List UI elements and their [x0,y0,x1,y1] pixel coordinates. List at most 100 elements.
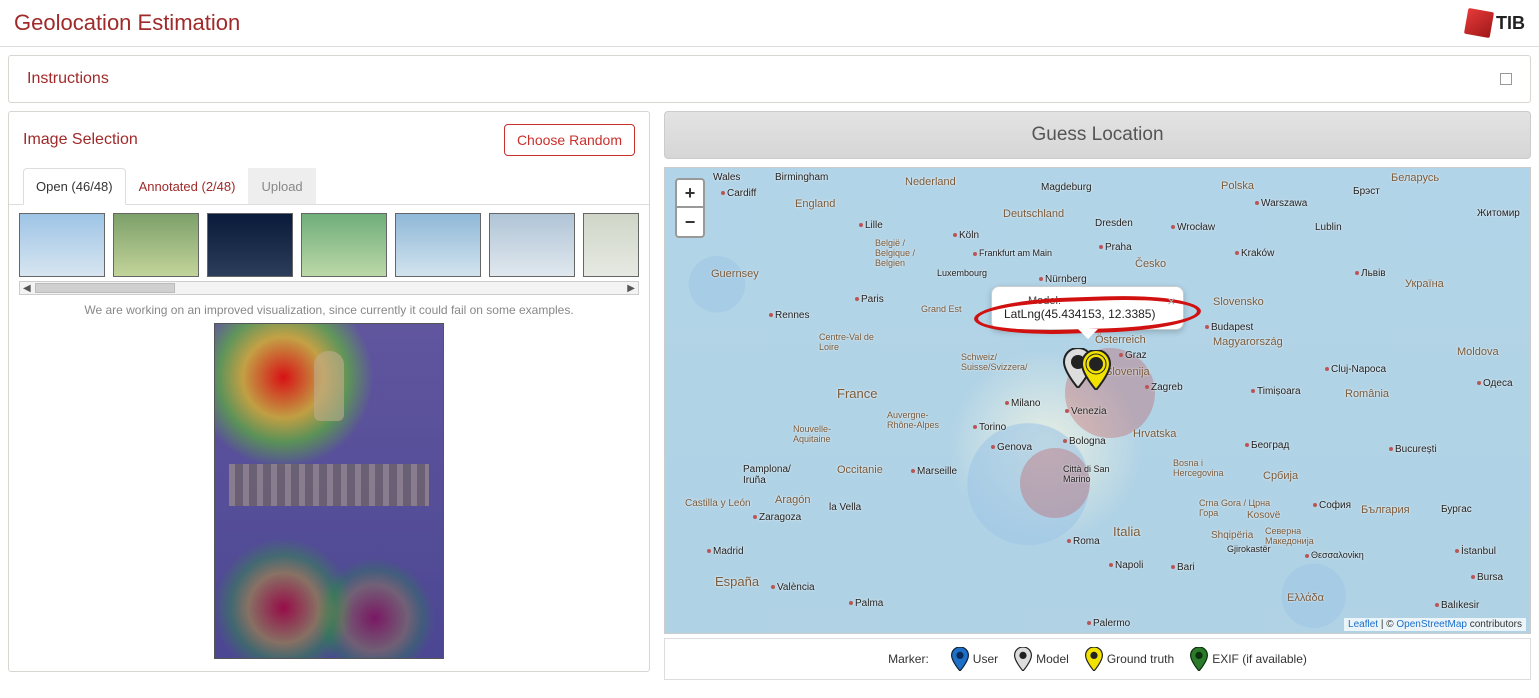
ground-truth-pin-icon [1085,647,1103,671]
map-label: Bari [1171,562,1195,573]
user-pin-icon [951,647,969,671]
map-label: València [771,582,815,593]
tab-upload[interactable]: Upload [248,168,315,204]
map-label: Napoli [1109,560,1143,571]
thumbnail[interactable] [19,213,105,277]
map-label: България [1361,504,1410,516]
map-label: Nederland [905,176,956,188]
thumbnail[interactable] [395,213,481,277]
map-label: Hrvatska [1133,428,1176,440]
map-label: Nürnberg [1039,274,1087,285]
legend-user: User [951,647,998,671]
map-label: Moldova [1457,346,1499,358]
map-label: Wrocław [1171,222,1215,233]
map-label: Luxembourg [937,268,987,278]
choose-random-button[interactable]: Choose Random [504,124,635,156]
map-label: España [715,574,759,589]
zoom-out-button[interactable]: − [677,208,703,236]
map-label: Schweiz/ Suisse/Svizzera/ [961,352,1037,372]
map-label: Polska [1221,180,1254,192]
map-label: Бургас [1441,504,1472,515]
tib-logo-icon [1464,8,1494,38]
map-label: Česko [1135,258,1166,270]
map-label: Gjirokastër [1227,544,1271,554]
map[interactable]: + − Wales Birmingham Cardiff England Ned… [664,167,1531,634]
legend-model: Model [1014,647,1069,671]
guess-location-button[interactable]: Guess Location [664,111,1531,159]
map-label: Брэст [1353,186,1380,197]
map-label: Madrid [707,546,744,557]
map-label: Warszawa [1255,198,1307,209]
map-label: Ελλάδα [1287,592,1324,604]
leaflet-link[interactable]: Leaflet [1348,619,1378,630]
map-label: Θεσσαλονίκη [1305,550,1364,560]
map-label: Србија [1263,470,1298,482]
visualization-note: We are working on an improved visualizat… [9,297,649,319]
map-label: Guernsey [711,268,759,280]
tab-open[interactable]: Open (46/48) [23,168,126,205]
exif-pin-icon [1190,647,1208,671]
map-label: Беларусь [1391,172,1439,184]
marker-ground-truth[interactable] [1081,350,1111,390]
map-label: Aragón [775,494,810,506]
map-label: Castilla y León [685,498,751,509]
legend-title: Marker: [888,652,929,666]
map-label: Marseille [911,466,957,477]
image-tabs: Open (46/48) Annotated (2/48) Upload [9,160,649,205]
map-label: Bursa [1471,572,1503,583]
tib-logo: TIB [1466,10,1525,36]
scrollbar-handle[interactable] [35,283,175,293]
map-label: Auvergne- Rhône-Alpes [887,410,943,430]
map-label: Birmingham [775,172,828,183]
popup-label: Model: [1028,295,1155,307]
thumbnail-scrollbar[interactable]: ◀ ▶ [19,281,639,295]
map-label: București [1389,444,1437,455]
map-label: Lublin [1315,222,1342,233]
legend-exif: EXIF (if available) [1190,647,1307,671]
tab-annotated[interactable]: Annotated (2/48) [126,168,249,204]
map-label: Praha [1099,242,1132,253]
map-label: Dresden [1095,218,1133,229]
scroll-left-arrow-icon[interactable]: ◀ [23,283,31,294]
instructions-panel[interactable]: Instructions [8,55,1531,103]
map-label: Occitanie [837,464,883,476]
map-label: Zagreb [1145,382,1183,393]
map-label: België / Belgique / Belgien [875,238,935,268]
zoom-in-button[interactable]: + [677,180,703,208]
map-label: Cluj-Napoca [1325,364,1386,375]
map-label: Одеса [1477,378,1513,389]
map-label: Slovenija [1105,366,1150,378]
legend-ground-truth: Ground truth [1085,647,1174,671]
map-label: İstanbul [1455,546,1496,557]
thumbnail[interactable] [301,213,387,277]
map-label: Köln [953,230,979,241]
scroll-right-arrow-icon[interactable]: ▶ [627,283,635,294]
map-label: Italia [1113,524,1140,539]
thumbnail[interactable] [207,213,293,277]
thumbnail[interactable] [113,213,199,277]
map-label: Centre-Val de Loire [819,332,875,352]
map-label: Kosovë [1247,510,1280,521]
thumbnail[interactable] [489,213,575,277]
heatmap-image [214,323,444,659]
map-label: Palermo [1087,618,1130,629]
map-label: Zaragoza [753,512,801,523]
thumbnail-strip [19,213,639,277]
thumbnail[interactable] [583,213,639,277]
map-label: Timișoara [1251,386,1301,397]
model-pin-icon [1014,647,1032,671]
expand-icon[interactable] [1500,73,1512,85]
marker-legend: Marker: User Model Ground truth EXIF (if… [664,638,1531,680]
map-label: Venezia [1065,406,1107,417]
map-label: France [837,386,877,401]
map-label: Frankfurt am Main [973,248,1052,258]
map-label: Österreich [1095,334,1146,346]
map-label: Bosna i Hercegovina [1173,458,1243,478]
osm-link[interactable]: OpenStreetMap [1396,619,1467,630]
popup-close-icon[interactable]: × [1167,293,1175,309]
map-label: Rennes [769,310,809,321]
map-label: Shqipëria [1211,530,1253,541]
map-label: Wales [713,172,740,183]
map-label: Slovensko [1213,296,1264,308]
map-attribution: Leaflet | © OpenStreetMap contributors [1344,618,1526,631]
